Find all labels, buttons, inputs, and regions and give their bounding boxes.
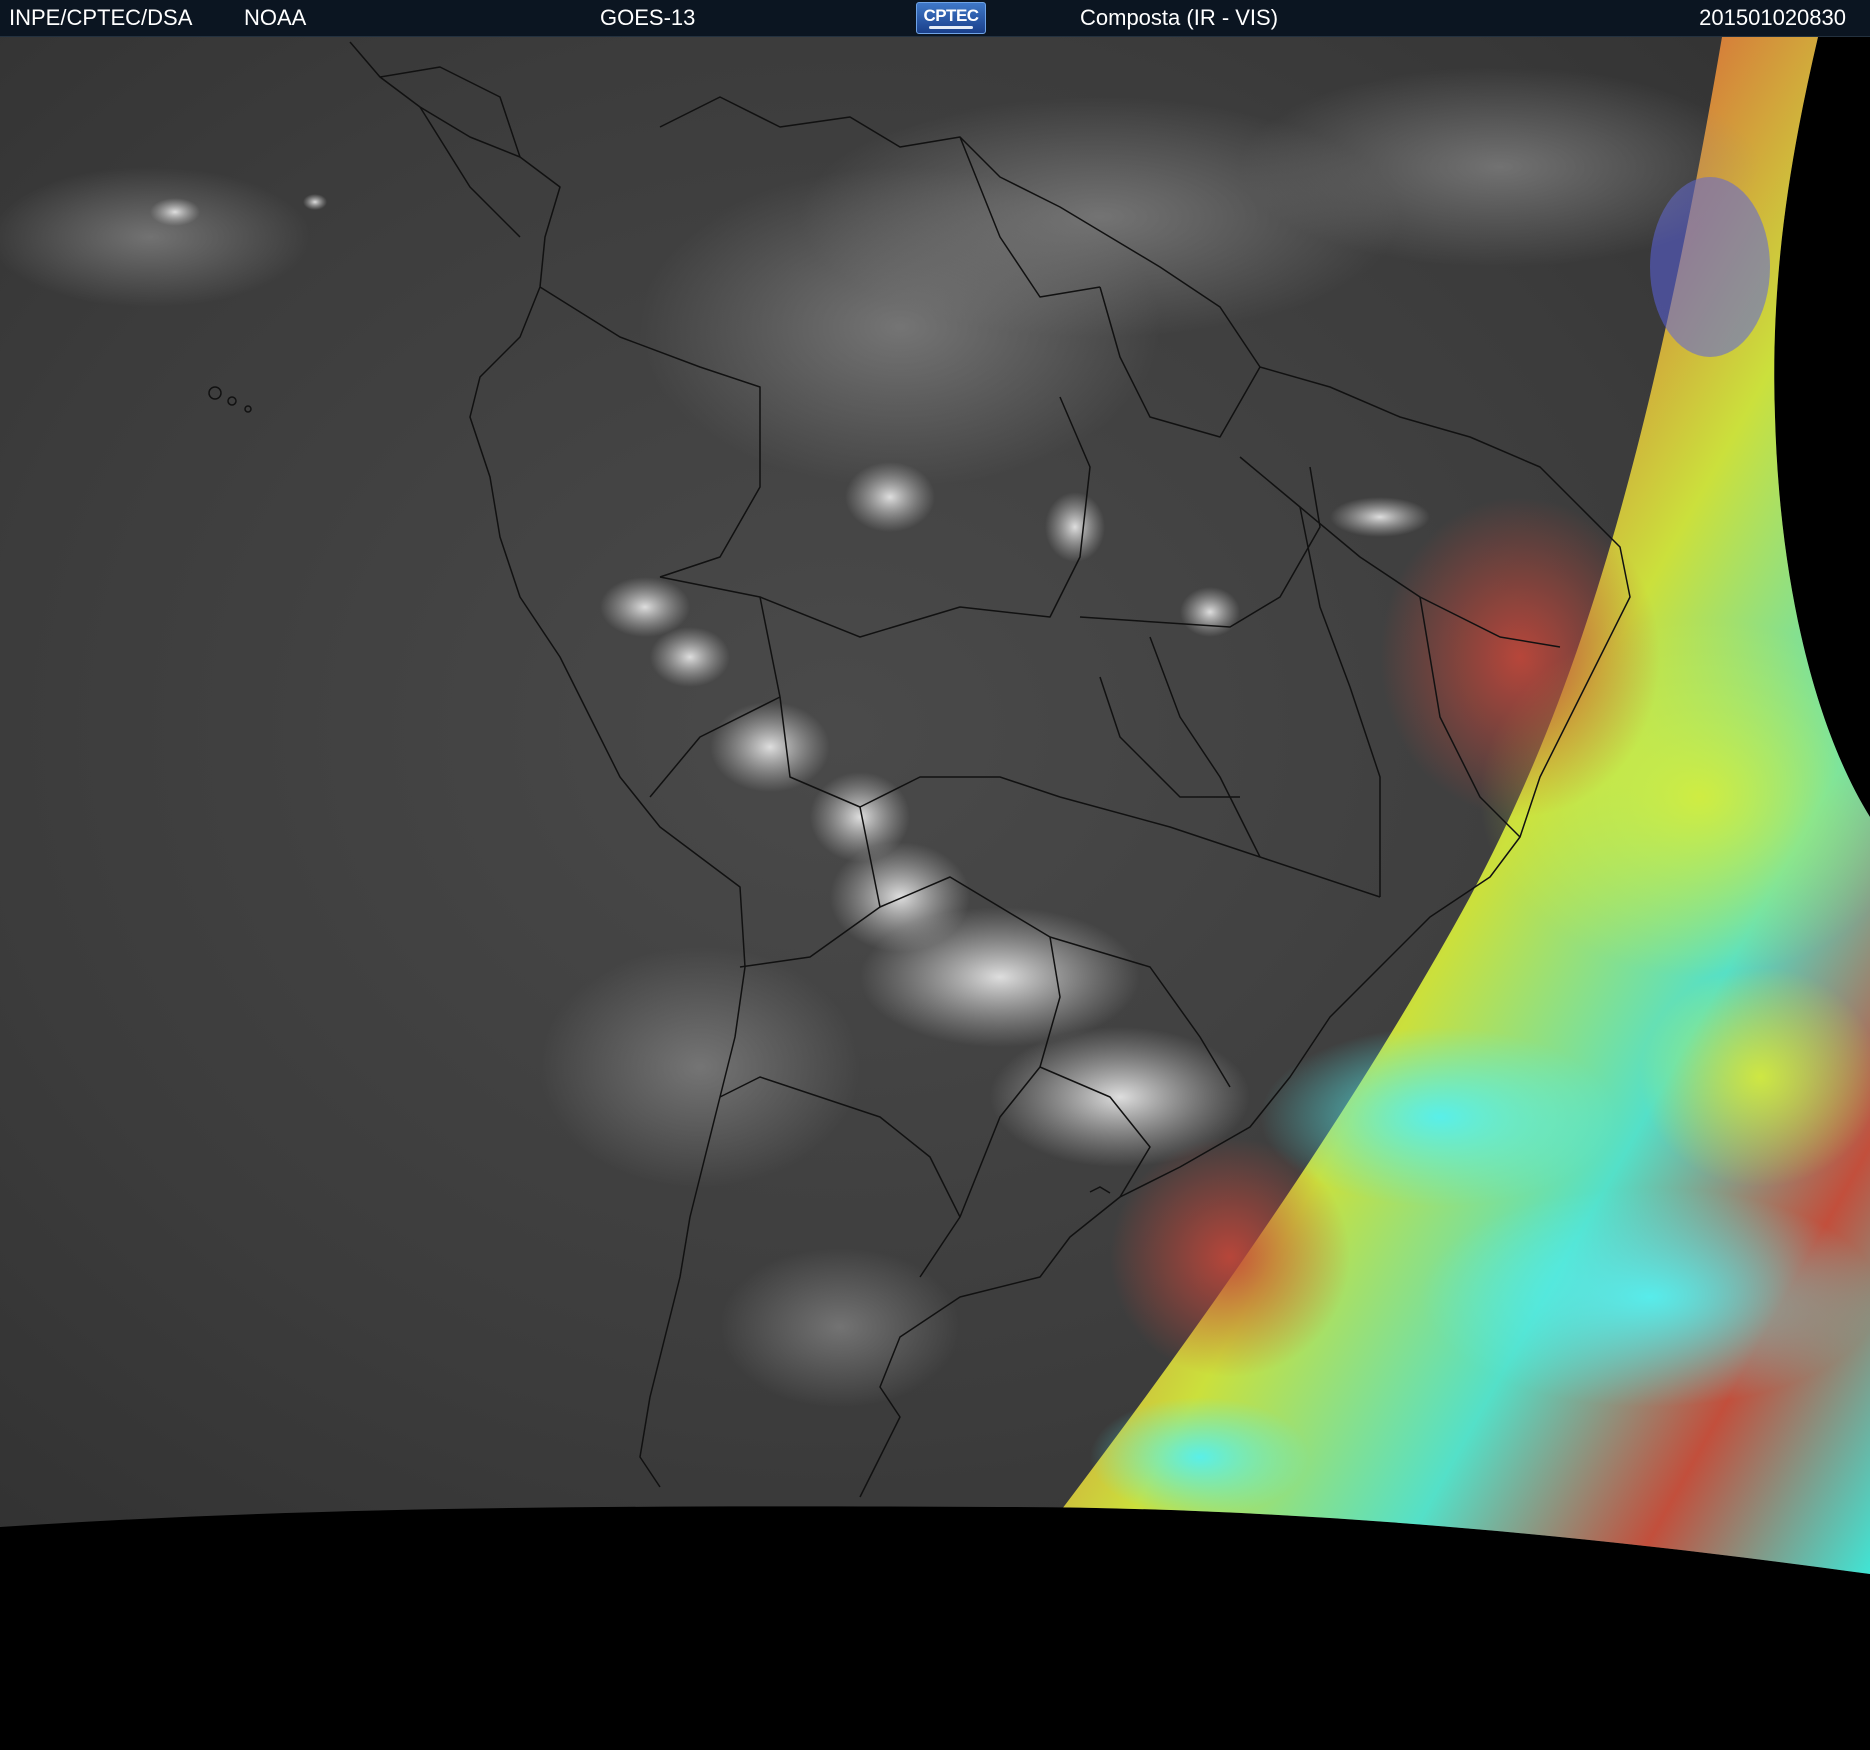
convective-cloud bbox=[1330, 497, 1430, 537]
satellite-image bbox=[0, 37, 1870, 1750]
satellite-label: GOES-13 bbox=[600, 5, 696, 30]
andes-cloud-cover bbox=[540, 947, 860, 1187]
convective-cloud bbox=[710, 702, 830, 792]
south-brazil-cloud-band bbox=[860, 907, 1140, 1047]
product-label: Composta (IR - VIS) bbox=[1080, 5, 1279, 30]
convective-cloud bbox=[303, 194, 327, 210]
south-brazil-cloud-band bbox=[990, 1027, 1250, 1167]
cptec-logo-text: CPTEC bbox=[923, 6, 979, 25]
yellow-cloud-patch-south bbox=[1640, 967, 1870, 1187]
cyan-cloud-swirl bbox=[1420, 1187, 1870, 1407]
cptec-logo-underline bbox=[929, 26, 973, 29]
cptec-logo: CPTEC bbox=[916, 2, 986, 34]
convective-cloud bbox=[1180, 587, 1240, 637]
convective-cloud bbox=[150, 198, 200, 226]
convective-cloud bbox=[1045, 492, 1105, 562]
image-header-bar: INPE/CPTEC/DSA NOAA GOES-13 CPTEC Compos… bbox=[0, 0, 1870, 37]
convective-cloud bbox=[600, 577, 690, 637]
satellite-image-canvas bbox=[0, 37, 1870, 1750]
earth-disk bbox=[0, 37, 1870, 1574]
cyan-cloud-tail bbox=[1090, 1397, 1310, 1517]
atlantic-cloud-cover bbox=[1240, 67, 1760, 267]
agency-label: INPE/CPTEC/DSA bbox=[9, 5, 193, 30]
red-storm-patch bbox=[1110, 1137, 1350, 1377]
timestamp-label: 201501020830 bbox=[1699, 5, 1846, 30]
pacific-cloud-cover bbox=[0, 167, 310, 307]
convective-cloud bbox=[845, 462, 935, 532]
source-label: NOAA bbox=[244, 5, 307, 30]
convective-cloud bbox=[650, 627, 730, 687]
